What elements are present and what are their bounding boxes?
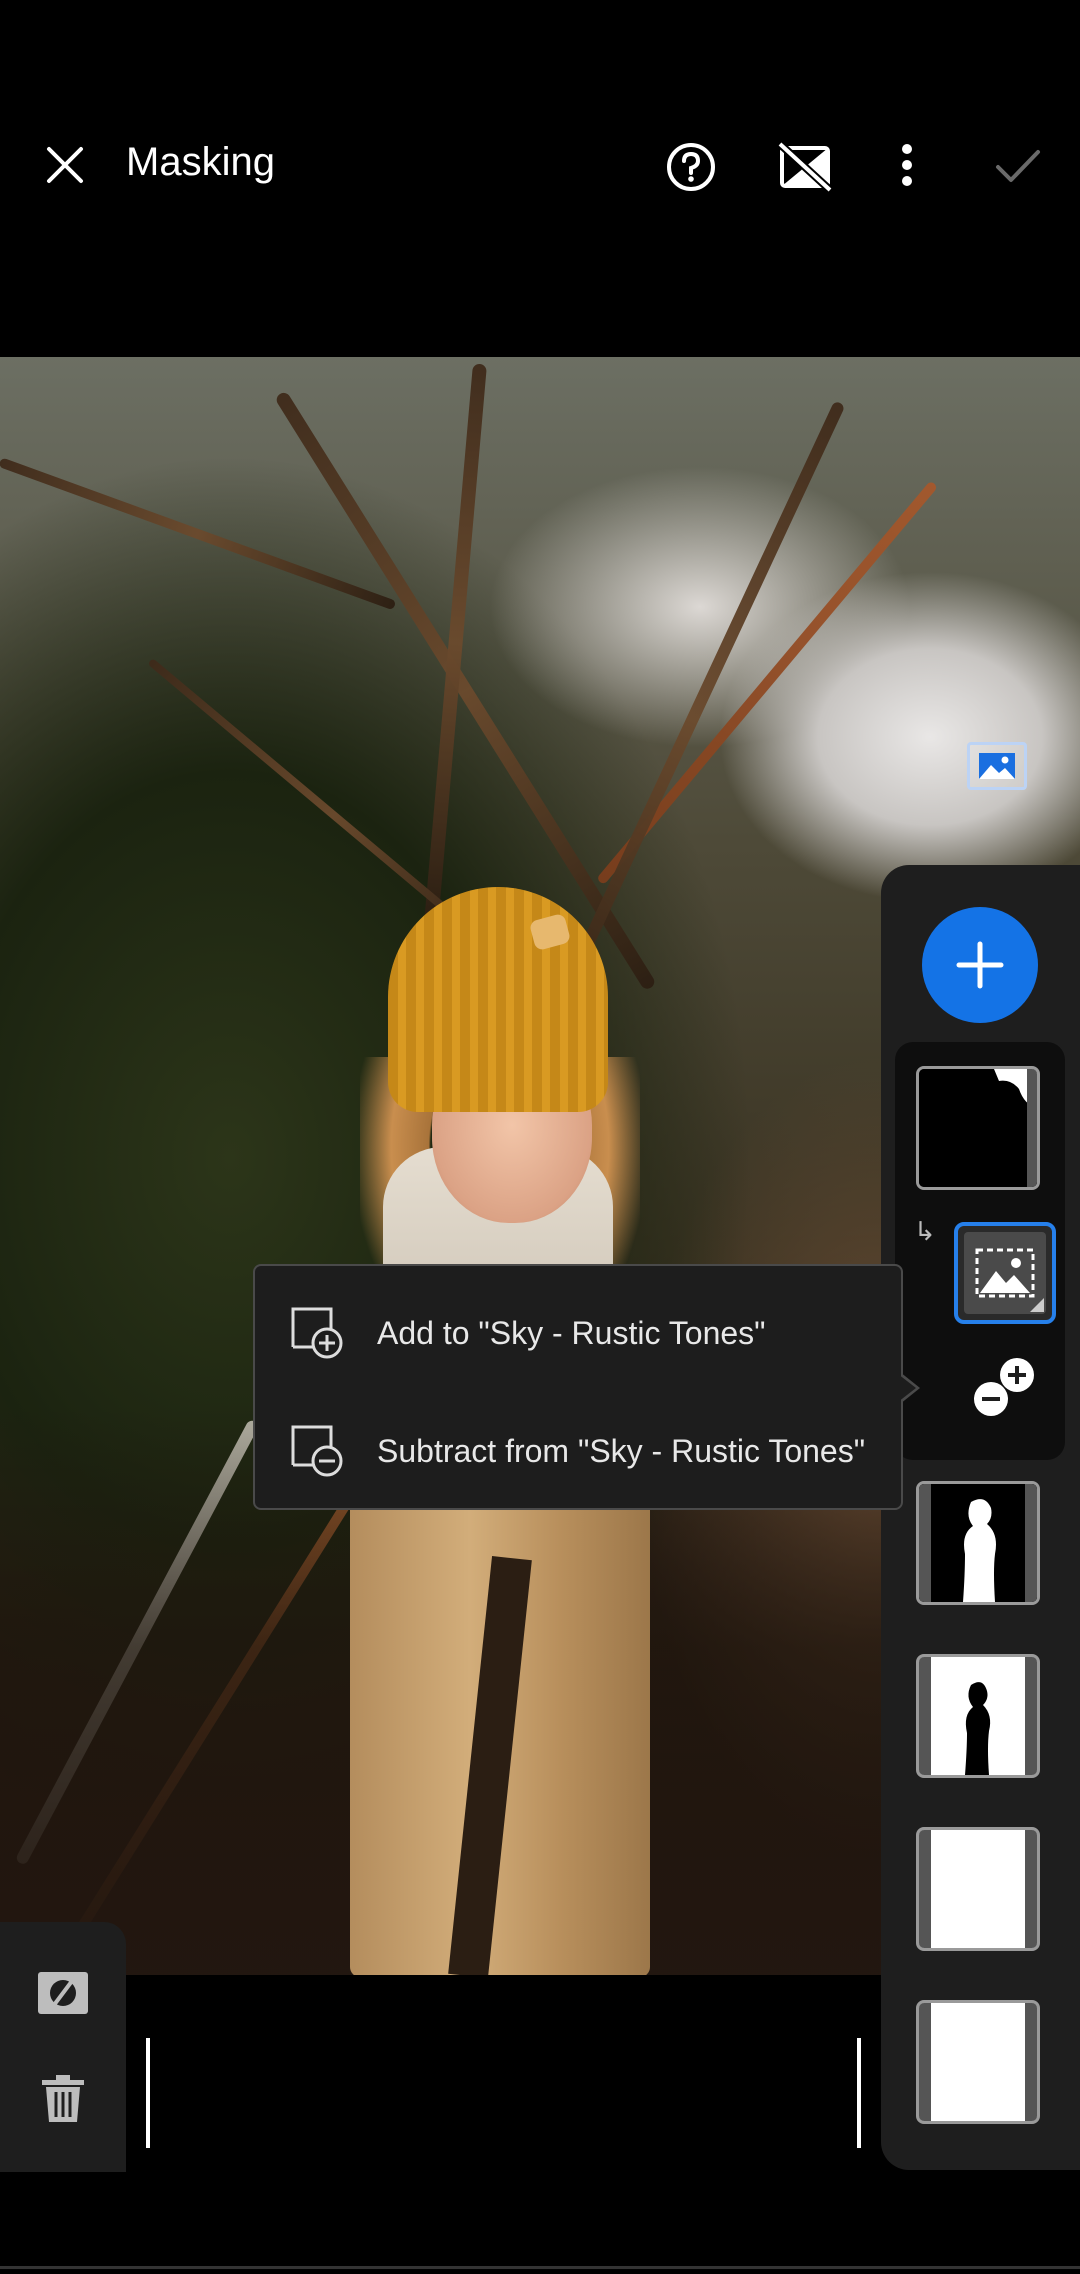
page-title: Masking <box>126 140 275 184</box>
close-icon[interactable] <box>40 140 90 190</box>
add-mask-icon <box>291 1307 343 1359</box>
mask-action-popup: Add to "Sky - Rustic Tones" Subtract fro… <box>253 1264 903 1510</box>
menu-item-subtract-label: Subtract from "Sky - Rustic Tones" <box>377 1432 866 1469</box>
select-sky-icon <box>975 1248 1035 1298</box>
submask-arrow-icon: ↳ <box>914 1216 936 1246</box>
more-vertical-icon[interactable] <box>882 140 932 190</box>
mask-overlay-off-icon[interactable] <box>778 140 832 194</box>
menu-item-add-label: Add to "Sky - Rustic Tones" <box>377 1314 766 1351</box>
confirm-check-icon[interactable] <box>992 140 1044 192</box>
image-icon[interactable] <box>967 742 1027 790</box>
submask-thumbnail-sky[interactable] <box>954 1222 1056 1324</box>
subtract-mask-icon <box>291 1425 343 1477</box>
menu-item-add[interactable]: Add to "Sky - Rustic Tones" <box>255 1274 901 1392</box>
mask-thumbnail-subject[interactable] <box>916 1481 1040 1605</box>
system-nav-line <box>0 2266 1080 2269</box>
menu-item-subtract[interactable]: Subtract from "Sky - Rustic Tones" <box>255 1392 901 1510</box>
mask-thumbnail-white[interactable] <box>916 1827 1040 1951</box>
add-subtract-mask-icon[interactable] <box>973 1355 1039 1421</box>
slider-right-handle[interactable] <box>857 2038 861 2148</box>
top-bar: Masking <box>0 0 1080 330</box>
slider-left-handle[interactable] <box>146 2038 150 2148</box>
help-icon[interactable] <box>664 140 718 194</box>
mask-tools-panel <box>0 1922 126 2172</box>
add-mask-button[interactable] <box>922 907 1038 1023</box>
popup-pointer-fill <box>898 1374 916 1402</box>
mask-thumbnail-sky[interactable] <box>916 1066 1040 1190</box>
mask-thumbnail-white[interactable] <box>916 2000 1040 2124</box>
mask-thumbnail-subject-inverse[interactable] <box>916 1654 1040 1778</box>
invert-mask-icon[interactable] <box>34 1968 92 2018</box>
bottom-bar <box>0 2172 1080 2274</box>
plus-icon <box>956 941 1004 989</box>
delete-mask-icon[interactable] <box>36 2072 90 2126</box>
child-hat <box>388 887 608 1112</box>
